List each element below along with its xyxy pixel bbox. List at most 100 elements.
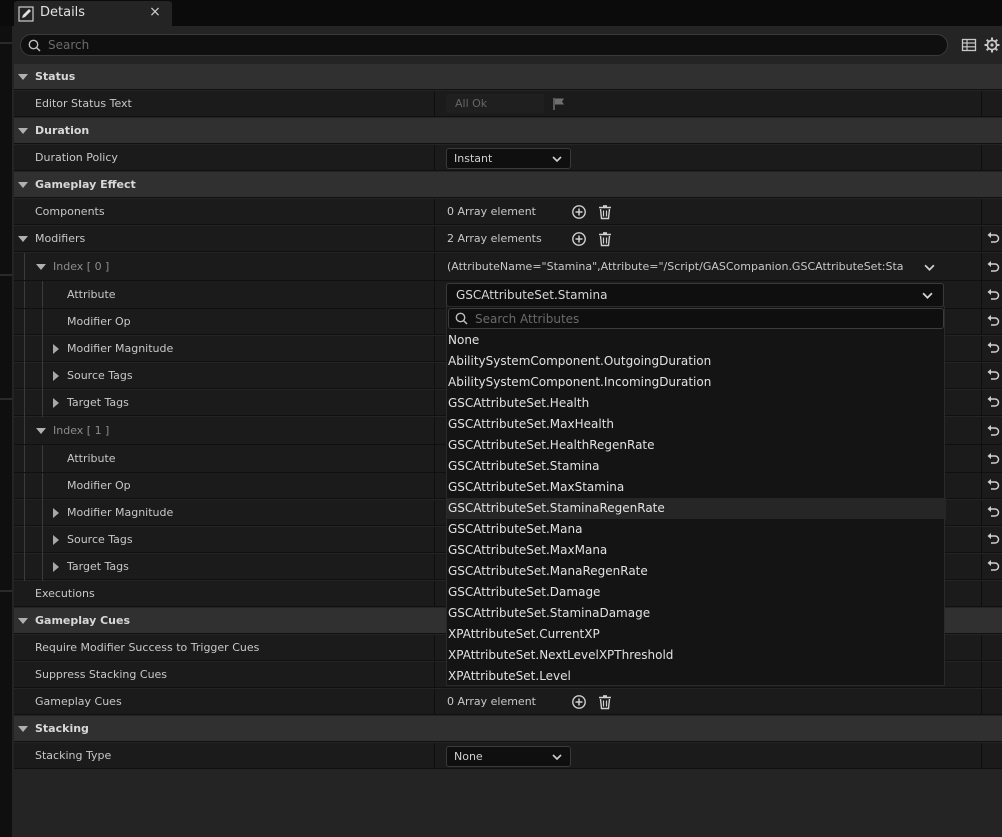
reset-to-default-icon[interactable]	[986, 452, 1000, 466]
reset-to-default-icon[interactable]	[986, 424, 1000, 438]
indent-guide	[24, 527, 25, 554]
row-gameplay-cues: Gameplay Cues 0 Array element	[14, 689, 1002, 715]
expand-arrow-icon[interactable]	[53, 562, 59, 572]
attribute-option[interactable]: AbilitySystemComponent.IncomingDuration	[447, 372, 946, 393]
trash-icon[interactable]	[597, 231, 613, 247]
column-separator	[434, 145, 435, 171]
category-label: Stacking	[35, 722, 89, 735]
indent-guide	[42, 281, 43, 308]
details-tab[interactable]: Details ×	[14, 1, 172, 26]
flag-icon[interactable]	[552, 97, 566, 111]
collapse-arrow-icon[interactable]	[18, 618, 28, 624]
property-label: Source Tags	[67, 369, 133, 382]
trash-icon[interactable]	[597, 694, 613, 710]
column-separator	[981, 281, 982, 309]
chevron-down-icon	[552, 156, 562, 163]
expand-arrow-icon[interactable]	[53, 344, 59, 354]
category-label: Gameplay Effect	[35, 178, 136, 191]
attribute-option[interactable]: GSCAttributeSet.HealthRegenRate	[447, 435, 946, 456]
strip-mark	[0, 274, 12, 276]
search-input[interactable]	[48, 37, 928, 53]
reset-to-default-icon[interactable]	[986, 231, 1000, 245]
attribute-option[interactable]: GSCAttributeSet.Damage	[447, 582, 946, 603]
add-element-icon[interactable]	[571, 694, 587, 710]
attribute-option[interactable]: None	[447, 330, 946, 351]
indent-guide	[24, 253, 25, 280]
strip-mark	[0, 590, 12, 592]
table-icon[interactable]	[961, 37, 977, 53]
expand-arrow-icon[interactable]	[53, 535, 59, 545]
property-label: Modifier Magnitude	[67, 342, 174, 355]
attribute-search[interactable]	[448, 308, 944, 329]
column-separator	[434, 473, 435, 499]
row-stacking-type: Stacking Type None	[14, 743, 1002, 769]
expand-arrow-icon[interactable]	[53, 508, 59, 518]
expand-arrow-icon[interactable]	[53, 371, 59, 381]
category-gameplay-effect[interactable]: Gameplay Effect	[14, 172, 1002, 198]
indent-guide	[42, 390, 43, 417]
attribute-option[interactable]: GSCAttributeSet.MaxStamina	[447, 477, 946, 498]
attribute-option[interactable]: GSCAttributeSet.StaminaRegenRate	[447, 498, 946, 519]
attribute-option[interactable]: GSCAttributeSet.MaxHealth	[447, 414, 946, 435]
attribute-option[interactable]: XPAttributeSet.CurrentXP	[447, 624, 946, 645]
attribute-dropdown[interactable]: GSCAttributeSet.Stamina	[446, 283, 944, 307]
stacking-type-dropdown[interactable]: None	[446, 746, 571, 767]
category-stacking[interactable]: Stacking	[14, 716, 1002, 742]
property-label: Index [ 1 ]	[53, 424, 110, 437]
reset-to-default-icon[interactable]	[986, 505, 1000, 519]
gear-icon[interactable]	[984, 37, 1000, 53]
column-separator	[434, 554, 435, 580]
collapse-arrow-icon[interactable]	[18, 74, 28, 80]
reset-to-default-icon[interactable]	[986, 478, 1000, 492]
expand-arrow-icon[interactable]	[53, 398, 59, 408]
reset-to-default-icon[interactable]	[986, 368, 1000, 382]
column-separator	[434, 581, 435, 607]
collapse-arrow-icon[interactable]	[18, 182, 28, 188]
reset-to-default-icon[interactable]	[986, 395, 1000, 409]
property-label: Executions	[35, 587, 95, 600]
attribute-search-input[interactable]	[475, 311, 935, 326]
duration-policy-dropdown[interactable]: Instant	[446, 148, 571, 169]
column-separator	[981, 689, 982, 715]
column-separator	[434, 445, 435, 473]
attribute-option[interactable]: XPAttributeSet.NextLevelXPThreshold	[447, 645, 946, 666]
attribute-option[interactable]: GSCAttributeSet.ManaRegenRate	[447, 561, 946, 582]
close-tab-button[interactable]: ×	[147, 4, 163, 20]
indent-guide	[42, 445, 43, 472]
column-separator	[981, 390, 982, 416]
attribute-option[interactable]: GSCAttributeSet.Mana	[447, 519, 946, 540]
column-separator	[981, 445, 982, 473]
row-modifiers: Modifiers 2 Array elements	[14, 226, 1002, 252]
reset-to-default-icon[interactable]	[986, 532, 1000, 546]
attribute-option[interactable]: GSCAttributeSet.Health	[447, 393, 946, 414]
reset-to-default-icon[interactable]	[986, 260, 1000, 274]
collapse-arrow-icon[interactable]	[36, 428, 46, 434]
dropdown-value: Instant	[454, 152, 493, 165]
reset-to-default-icon[interactable]	[986, 288, 1000, 302]
reset-to-default-icon[interactable]	[986, 341, 1000, 355]
category-duration[interactable]: Duration	[14, 118, 1002, 144]
collapse-arrow-icon[interactable]	[18, 128, 28, 134]
collapse-arrow-icon[interactable]	[18, 236, 28, 242]
collapse-arrow-icon[interactable]	[36, 264, 46, 270]
add-element-icon[interactable]	[571, 231, 587, 247]
attribute-option[interactable]: GSCAttributeSet.Stamina	[447, 456, 946, 477]
attribute-option[interactable]: AbilitySystemComponent.OutgoingDuration	[447, 351, 946, 372]
trash-icon[interactable]	[597, 204, 613, 220]
chevron-down-icon[interactable]	[924, 262, 935, 273]
indent-guide	[24, 554, 25, 581]
attribute-option[interactable]: GSCAttributeSet.StaminaDamage	[447, 603, 946, 624]
attribute-option[interactable]: XPAttributeSet.Level	[447, 666, 946, 687]
column-separator	[434, 689, 435, 715]
collapse-arrow-icon[interactable]	[18, 726, 28, 732]
reset-to-default-icon[interactable]	[986, 559, 1000, 573]
struct-summary: (AttributeName="Stamina",Attribute="/Scr…	[447, 260, 903, 273]
attribute-option[interactable]: GSCAttributeSet.MaxMana	[447, 540, 946, 561]
title-bar: Details ×	[0, 0, 1002, 26]
column-separator	[981, 662, 982, 688]
category-status[interactable]: Status	[14, 64, 1002, 90]
add-element-icon[interactable]	[571, 204, 587, 220]
details-search[interactable]	[20, 34, 948, 56]
column-separator	[434, 226, 435, 252]
reset-to-default-icon[interactable]	[986, 314, 1000, 328]
